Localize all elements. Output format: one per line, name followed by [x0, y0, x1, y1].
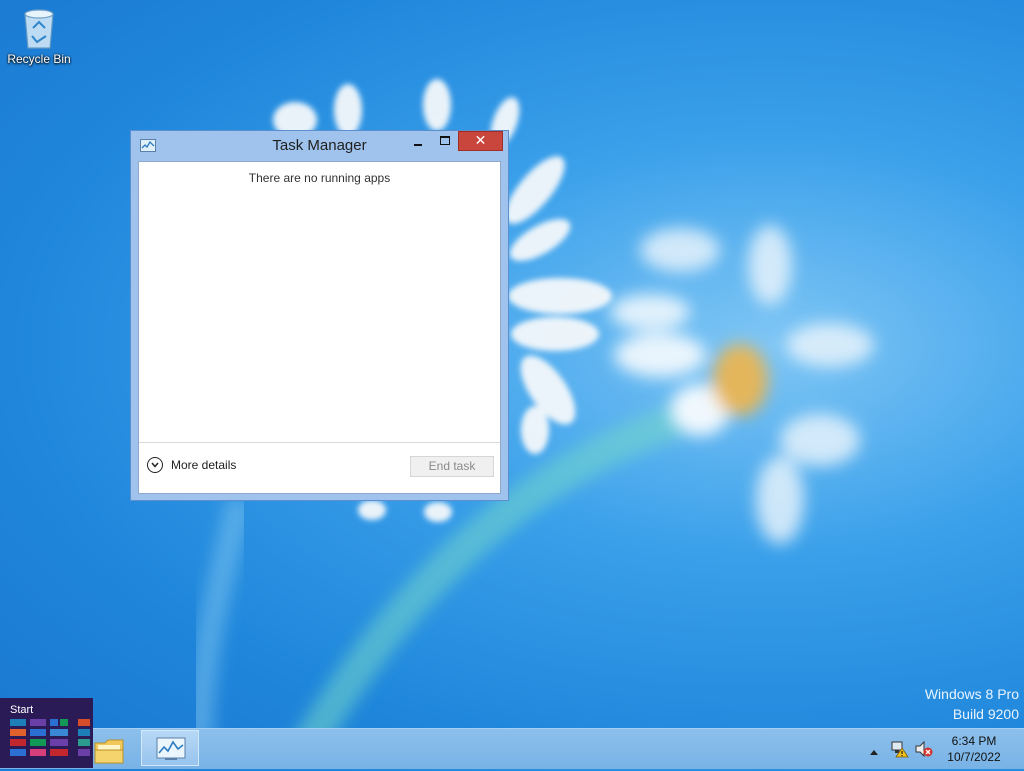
- end-task-button[interactable]: End task: [410, 456, 494, 477]
- desktop-icon-label: Recycle Bin: [7, 52, 71, 66]
- app-list-panel: There are no running apps More details E…: [138, 161, 501, 494]
- watermark-edition: Windows 8 Pro: [924, 686, 1019, 702]
- empty-state-message: There are no running apps: [248, 171, 391, 185]
- network-warning-icon[interactable]: [891, 740, 909, 758]
- os-watermark: Windows 8 Pro Build 9200: [925, 684, 1019, 724]
- volume-muted-icon[interactable]: [915, 740, 933, 758]
- start-label: Start: [10, 704, 34, 716]
- start-button[interactable]: Start: [0, 698, 93, 768]
- task-manager-window: Task Manager ✕ There are no running apps…: [130, 130, 509, 501]
- close-icon: ✕: [474, 133, 487, 149]
- taskbar-task-manager[interactable]: [141, 730, 199, 766]
- taskbar-file-explorer[interactable]: [93, 731, 127, 767]
- desktop-icon-recycle-bin[interactable]: Recycle Bin: [6, 6, 72, 66]
- title-bar[interactable]: Task Manager ✕: [131, 131, 508, 161]
- recycle-bin-icon: [21, 6, 57, 50]
- more-details-label: More details: [171, 458, 237, 472]
- file-explorer-icon: [94, 739, 124, 764]
- system-clock[interactable]: 6:34 PM 10/7/2022: [944, 733, 1004, 765]
- close-button[interactable]: ✕: [458, 131, 503, 151]
- chevron-down-icon: [147, 457, 163, 473]
- clock-time: 6:34 PM: [951, 734, 997, 748]
- show-hidden-icons-arrow[interactable]: [868, 742, 880, 755]
- minimize-button[interactable]: [409, 131, 427, 151]
- task-manager-icon: [156, 737, 186, 760]
- more-details-button[interactable]: More details: [147, 457, 236, 473]
- window-footer: More details End task: [139, 442, 500, 493]
- maximize-button[interactable]: [434, 131, 456, 151]
- clock-date: 10/7/2022: [947, 750, 1001, 764]
- watermark-build: Build 9200: [952, 706, 1019, 722]
